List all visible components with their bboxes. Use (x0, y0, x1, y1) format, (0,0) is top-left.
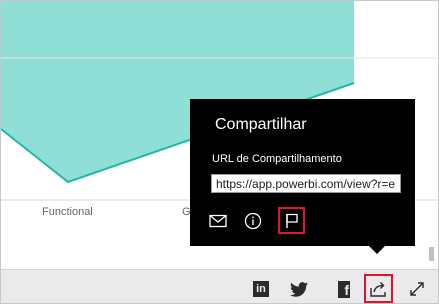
scrollbar-thumb[interactable] (429, 247, 434, 261)
facebook-icon[interactable]: f (332, 277, 356, 301)
share-icon[interactable] (364, 274, 393, 303)
bottom-toolbar: in f (1, 269, 438, 303)
twitter-icon[interactable] (287, 277, 311, 301)
info-icon[interactable] (241, 209, 265, 233)
share-popup: Compartilhar URL de Compartilhamento (190, 99, 415, 246)
share-url-label: URL de Compartilhamento (212, 153, 342, 165)
linkedin-glyph: in (253, 281, 269, 297)
flag-icon[interactable] (278, 207, 305, 234)
popup-caret (367, 244, 387, 254)
linkedin-icon[interactable]: in (249, 277, 273, 301)
share-url-field[interactable] (211, 174, 401, 193)
facebook-glyph: f (338, 280, 350, 298)
x-tick-label-functional: Functional (42, 206, 93, 218)
popup-title: Compartilhar (215, 116, 307, 133)
fullscreen-icon[interactable] (405, 277, 429, 301)
mail-icon[interactable] (206, 209, 230, 233)
report-frame: Functional G Compartilhar URL de Compart… (0, 0, 439, 304)
